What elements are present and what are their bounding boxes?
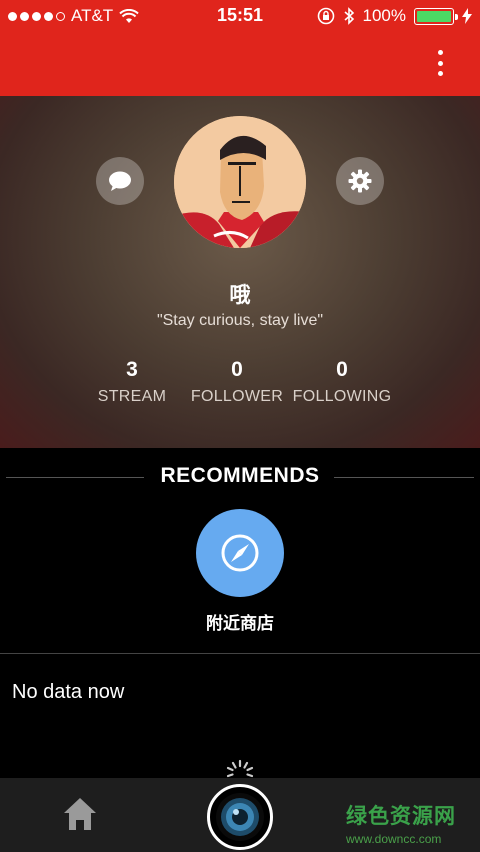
rotation-lock-icon bbox=[317, 7, 334, 25]
bluetooth-icon bbox=[343, 7, 354, 25]
stat-value: 3 bbox=[126, 358, 138, 381]
stat-label: STREAM bbox=[97, 388, 167, 405]
gear-icon bbox=[348, 169, 372, 193]
avatar-image bbox=[174, 116, 306, 248]
avatar[interactable] bbox=[174, 116, 306, 248]
watermark-text: 绿色资源网 bbox=[346, 805, 456, 828]
profile-name: 哦 bbox=[229, 284, 251, 307]
chat-button[interactable] bbox=[96, 157, 144, 205]
battery-icon bbox=[414, 7, 458, 25]
bottom-tab-bar: 绿色资源网 www.downcc.com bbox=[0, 778, 480, 852]
stat-follower[interactable]: 0 FOLLOWER bbox=[177, 358, 297, 406]
home-icon[interactable] bbox=[62, 796, 98, 832]
watermark-url: www.downcc.com bbox=[346, 832, 442, 846]
profile-header: 哦 "Stay curious, stay live" 3 STREAM 0 F… bbox=[0, 96, 480, 448]
nearby-shops-label: 附近商店 bbox=[206, 614, 274, 633]
camera-icon bbox=[216, 793, 264, 841]
section-divider bbox=[0, 653, 480, 654]
charging-icon bbox=[462, 8, 472, 24]
stat-label: FOLLOWER bbox=[190, 388, 284, 405]
profile-motto: "Stay curious, stay live" bbox=[156, 312, 324, 329]
battery-percent: 100% bbox=[362, 6, 406, 25]
nearby-shops-button[interactable] bbox=[196, 509, 284, 597]
camera-button[interactable] bbox=[207, 784, 273, 850]
app-bar: AT&T 15:51 100% bbox=[0, 0, 480, 96]
recommends-title: RECOMMENDS bbox=[160, 464, 320, 487]
compass-icon bbox=[221, 534, 259, 572]
empty-feed-text: No data now bbox=[12, 681, 125, 703]
stat-following[interactable]: 0 FOLLOWING bbox=[282, 358, 402, 406]
kebab-menu-icon[interactable] bbox=[436, 50, 444, 76]
status-bar: AT&T 15:51 100% bbox=[0, 0, 480, 32]
stat-value: 0 bbox=[336, 358, 348, 381]
stat-value: 0 bbox=[231, 358, 243, 381]
stat-stream[interactable]: 3 STREAM bbox=[72, 358, 192, 406]
stat-label: FOLLOWING bbox=[292, 388, 392, 405]
settings-button[interactable] bbox=[336, 157, 384, 205]
chat-bubble-icon bbox=[109, 171, 131, 191]
watermark: 绿色资源网 www.downcc.com bbox=[346, 800, 466, 846]
divider-right bbox=[334, 477, 474, 478]
